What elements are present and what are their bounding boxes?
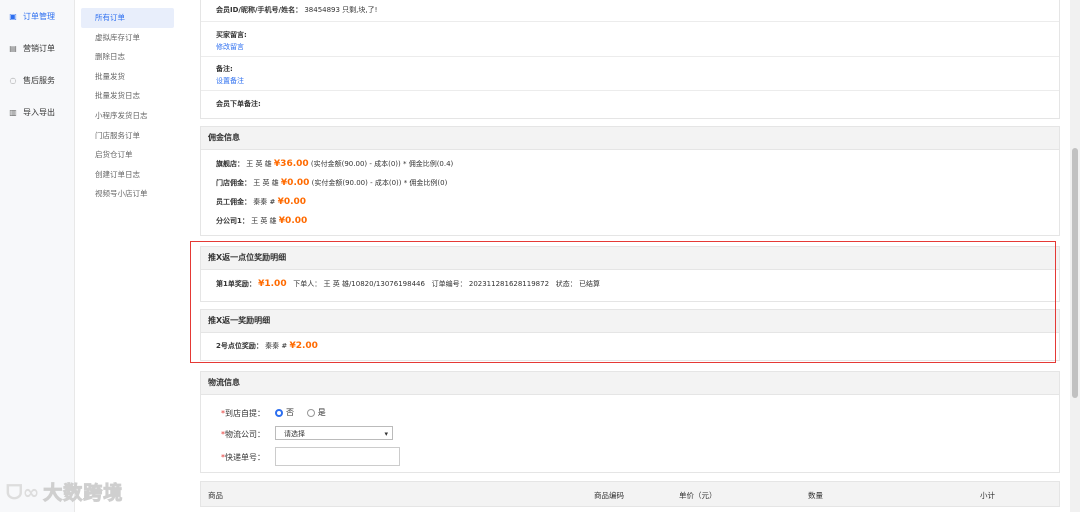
watermark: ᗜ∞ 大数跨境 [6,478,123,505]
subnav-batch-ship[interactable]: 批量发货 [81,67,174,87]
subnav-virtual-stock-orders[interactable]: 虚拟库存订单 [81,28,174,48]
main-content: 会员ID/昵称/手机号/姓名： 38454893 只剩,块,了! 买家留言: 修… [200,0,1060,512]
subnav-warehouse-orders[interactable]: 启货仓订单 [81,145,174,165]
radio-selected-icon[interactable] [275,408,283,417]
flagship-commission-row: 旗舰店： 王 英 雄 ¥36.00 (实付金额(90.00) - 成本(0)) … [216,159,454,169]
col-quantity: 数量 [808,491,823,500]
tracking-label: *快递单号： [221,453,265,462]
point-reward-panel: 推X返一点位奖励明细 第1单奖励： ¥1.00 下单人： 王 英 雄/10820… [200,246,1060,302]
company-label: *物流公司： [221,430,265,439]
member-id-row: 会员ID/昵称/手机号/姓名： 38454893 只剩,块,了! [216,6,378,14]
pickup-option-no[interactable]: 否 [275,408,294,417]
primary-sidebar: ▣ 订单管理 ▤ 营销订单 ◌ 售后服务 ▥ 导入导出 [0,0,75,512]
reward-detail-title: 推X返一奖励明细 [201,310,1059,333]
chevron-down-icon: ▾ [384,430,388,438]
nav-marketing-orders[interactable]: ▤ 营销订单 [0,32,74,64]
logistics-panel: 物流信息 *到店自提： 否 是 *物流公司： 请选择 ▾ *快递单号： [200,371,1060,473]
col-unit-price: 单价（元） [679,491,717,500]
buyer-message-row: 买家留言: [216,31,247,39]
company-select[interactable]: 请选择 ▾ [275,426,393,440]
subnav-create-order-log[interactable]: 创建订单日志 [81,165,174,185]
subnav-video-shop-orders[interactable]: 视频号小店订单 [81,184,174,204]
subnav-miniprogram-ship-log[interactable]: 小程序发货日志 [81,106,174,126]
scrollbar-thumb[interactable] [1072,148,1078,398]
member-info-panel: 会员ID/昵称/手机号/姓名： 38454893 只剩,块,了! 买家留言: 修… [200,0,1060,119]
nav-order-management[interactable]: ▣ 订单管理 [0,0,74,32]
tracking-input[interactable] [275,447,400,466]
products-table-header: 商品 商品编码 单价（元） 数量 小计 [200,481,1060,507]
branch-commission-row: 分公司1： 王 英 雄 ¥0.00 [216,216,308,226]
subnav-delete-log[interactable]: 删除日志 [81,47,174,67]
pickup-label: *到店自提： [221,409,265,418]
scrollbar[interactable] [1070,0,1080,512]
watermark-text: 大数跨境 [43,482,124,505]
col-product: 商品 [208,491,223,500]
member-order-remark-row: 会员下单备注: [216,100,261,108]
set-remark-link[interactable]: 设置备注 [216,76,244,86]
radio-icon[interactable] [306,408,315,417]
reward-detail-panel: 推X返一奖励明细 2号点位奖励： 秦秦 # ¥2.00 [200,309,1060,361]
document-icon: ▤ [9,43,17,53]
refresh-icon: ◌ [9,75,17,85]
order-icon: ▣ [9,11,17,21]
remark-row: 备注: [216,65,233,73]
secondary-sidebar: 所有订单 虚拟库存订单 删除日志 批量发货 批量发货日志 小程序发货日志 门店服… [75,0,180,512]
commission-panel: 佣金信息 旗舰店： 王 英 雄 ¥36.00 (实付金额(90.00) - 成本… [200,126,1060,236]
watermark-logo-icon: ᗜ∞ [6,479,40,504]
subnav-batch-ship-log[interactable]: 批量发货日志 [81,86,174,106]
first-order-reward-row: 第1单奖励： ¥1.00 下单人： 王 英 雄/10820/1307619844… [216,279,600,289]
commission-title: 佣金信息 [201,127,1059,150]
pickup-option-yes[interactable]: 是 [306,408,326,417]
edit-message-link[interactable]: 修改留言 [216,42,244,52]
pickup-options: 否 是 [275,407,326,418]
nav-import-export[interactable]: ▥ 导入导出 [0,96,74,128]
logistics-title: 物流信息 [201,372,1059,395]
point-reward-title: 推X返一点位奖励明细 [201,247,1059,270]
point-2-reward-row: 2号点位奖励： 秦秦 # ¥2.00 [216,341,318,351]
col-product-code: 商品编码 [594,491,624,500]
subnav-store-service-orders[interactable]: 门店服务订单 [81,126,174,146]
store-commission-row: 门店佣金： 王 英 雄 ¥0.00 (实付金额(90.00) - 成本(0)) … [216,178,448,188]
col-subtotal: 小计 [980,491,995,500]
subnav-all-orders[interactable]: 所有订单 [81,8,174,28]
staff-commission-row: 员工佣金： 秦秦 # ¥0.00 [216,197,307,207]
import-icon: ▥ [9,107,17,117]
nav-after-sales[interactable]: ◌ 售后服务 [0,64,74,96]
